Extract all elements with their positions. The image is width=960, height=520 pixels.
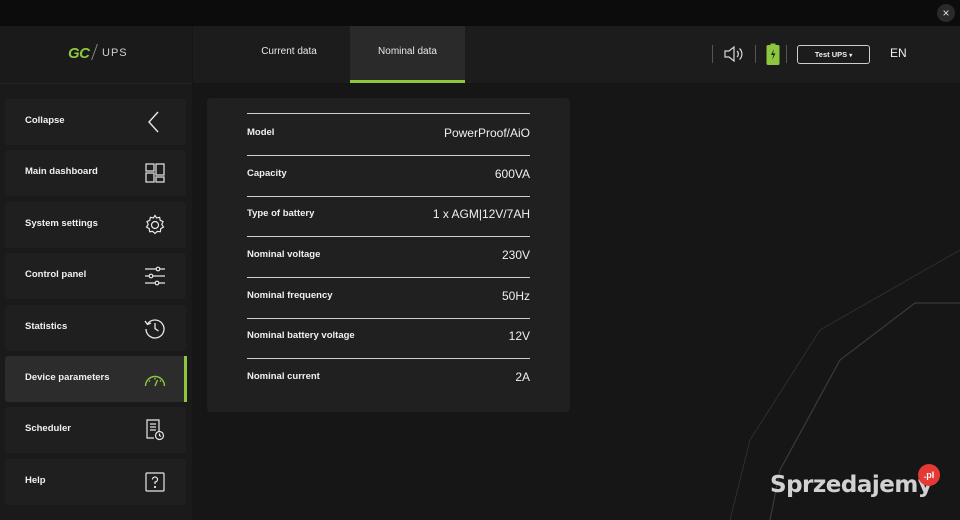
param-row-capacity: Capacity 600VA bbox=[247, 155, 530, 197]
history-clock-icon bbox=[143, 316, 167, 340]
divider bbox=[755, 45, 756, 63]
help-icon bbox=[143, 470, 167, 494]
param-row-nominal-frequency: Nominal frequency 50Hz bbox=[247, 277, 530, 319]
sidebar-item-label: Help bbox=[25, 475, 46, 486]
param-label: Type of battery bbox=[247, 208, 315, 219]
param-value: PowerProof/AiO bbox=[443, 126, 530, 140]
param-label: Capacity bbox=[247, 168, 287, 179]
param-row-nominal-current: Nominal current 2A bbox=[247, 358, 530, 399]
logo-product: UPS bbox=[102, 47, 128, 59]
sidebar-item-scheduler[interactable]: Scheduler bbox=[5, 407, 186, 453]
sidebar-item-label: System settings bbox=[25, 218, 98, 229]
tab-nominal-data[interactable]: Nominal data bbox=[350, 26, 465, 83]
sidebar-item-collapse[interactable]: Collapse bbox=[5, 99, 186, 145]
speaker-icon[interactable] bbox=[723, 44, 745, 64]
app-logo: GC UPS bbox=[0, 26, 192, 84]
param-label: Nominal battery voltage bbox=[247, 330, 355, 341]
watermark-text: Sprzedajemy bbox=[770, 472, 933, 498]
device-select-value: Test UPS bbox=[814, 50, 848, 59]
param-label: Nominal current bbox=[247, 371, 320, 382]
sliders-icon bbox=[143, 264, 167, 288]
sidebar-item-label: Control panel bbox=[25, 269, 87, 280]
param-value: 600VA bbox=[494, 167, 530, 181]
param-label: Nominal frequency bbox=[247, 290, 333, 301]
param-row-nominal-battery-voltage: Nominal battery voltage 12V bbox=[247, 317, 530, 359]
param-value: 2A bbox=[515, 370, 530, 384]
language-switch[interactable]: EN bbox=[890, 46, 907, 60]
sidebar: GC UPS Collapse Main dashboard System se… bbox=[0, 26, 192, 520]
schedule-doc-icon bbox=[143, 418, 167, 442]
chevron-left-icon bbox=[143, 110, 167, 134]
dashboard-grid-icon bbox=[143, 161, 167, 185]
sidebar-item-label: Scheduler bbox=[25, 423, 71, 434]
param-value: 230V bbox=[501, 248, 530, 262]
gear-icon bbox=[143, 213, 167, 237]
divider bbox=[712, 45, 713, 63]
caret-down-icon: ▾ bbox=[849, 53, 853, 59]
sidebar-item-control-panel[interactable]: Control panel bbox=[5, 253, 186, 299]
sidebar-item-main-dashboard[interactable]: Main dashboard bbox=[5, 150, 186, 196]
title-bar: × bbox=[0, 0, 960, 26]
logo-brand: GC bbox=[68, 45, 90, 62]
device-select[interactable]: Test UPS ▾ bbox=[797, 45, 870, 64]
param-value: 1 x AGM|12V/7AH bbox=[432, 207, 530, 221]
sidebar-item-label: Main dashboard bbox=[25, 166, 98, 177]
gauge-icon bbox=[143, 367, 167, 391]
param-value: 12V bbox=[508, 329, 530, 343]
top-bar: Current data Nominal data Test UPS ▾ EN bbox=[193, 26, 960, 83]
param-label: Model bbox=[247, 127, 275, 138]
sidebar-item-device-parameters[interactable]: Device parameters bbox=[5, 356, 187, 402]
sidebar-item-statistics[interactable]: Statistics bbox=[5, 305, 186, 351]
battery-icon[interactable] bbox=[766, 43, 780, 65]
param-row-model: Model PowerProof/AiO bbox=[247, 114, 530, 156]
sidebar-item-system-settings[interactable]: System settings bbox=[5, 202, 186, 248]
sidebar-item-label: Statistics bbox=[25, 321, 68, 332]
param-row-battery-type: Type of battery 1 x AGM|12V/7AH bbox=[247, 195, 530, 237]
param-value: 50Hz bbox=[501, 289, 530, 303]
watermark-badge: .pl bbox=[918, 464, 940, 486]
sidebar-item-label: Collapse bbox=[25, 115, 65, 126]
sidebar-item-label: Device parameters bbox=[25, 372, 110, 383]
sidebar-item-help[interactable]: Help bbox=[5, 459, 186, 505]
param-row-nominal-voltage: Nominal voltage 230V bbox=[247, 236, 530, 278]
param-label: Nominal voltage bbox=[247, 249, 321, 260]
divider bbox=[786, 45, 787, 63]
tab-current-data[interactable]: Current data bbox=[227, 26, 351, 83]
close-button[interactable]: × bbox=[937, 4, 955, 22]
logo-divider bbox=[91, 44, 98, 60]
nominal-data-card: Model PowerProof/AiO Capacity 600VA Type… bbox=[207, 98, 570, 412]
